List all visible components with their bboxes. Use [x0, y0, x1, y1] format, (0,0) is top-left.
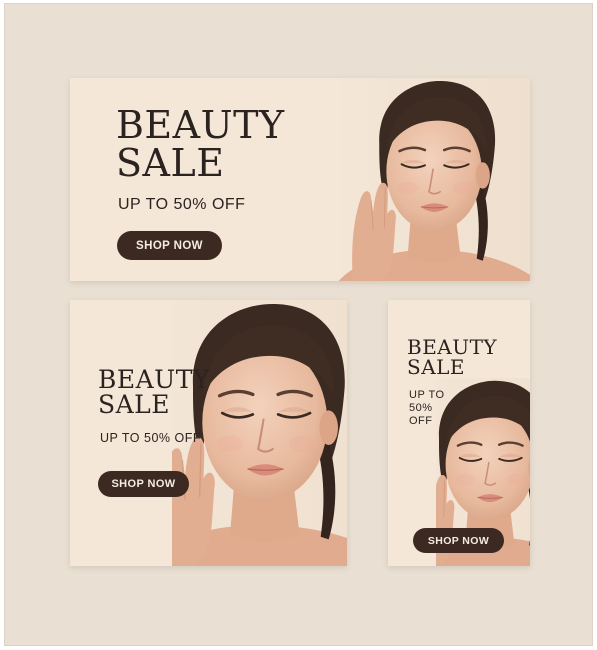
shop-now-button[interactable]: SHOP NOW [98, 471, 189, 497]
wide-banner: BEAUTY SALE UP TO 50% OFF SHOP NOW [70, 78, 530, 281]
model-portrait [330, 78, 530, 281]
headline-line-1: BEAUTY [116, 103, 285, 147]
tall-banner: BEAUTY SALE UP TO 50% OFF SHOP NOW [388, 300, 530, 566]
square-banner: BEAUTY SALE UP TO 50% OFF SHOP NOW [70, 300, 347, 566]
banner-headline: BEAUTY SALE [407, 337, 497, 377]
headline-line-1: BEAUTY [98, 365, 210, 394]
headline-line-2: SALE [116, 141, 225, 185]
headline-line-2: SALE [98, 390, 171, 419]
shop-now-button[interactable]: SHOP NOW [117, 231, 222, 260]
discount-text: UP TO 50% OFF [409, 389, 445, 427]
banner-headline: BEAUTY SALE [116, 106, 285, 182]
discount-text: UP TO 50% OFF [100, 431, 201, 445]
discount-text: UP TO 50% OFF [118, 196, 246, 213]
banner-headline: BEAUTY SALE [98, 367, 210, 417]
headline-line-1: BEAUTY [407, 335, 498, 359]
headline-line-2: SALE [407, 355, 466, 379]
banner-showcase: BEAUTY SALE UP TO 50% OFF SHOP NOW BEAUT… [4, 3, 593, 646]
shop-now-button[interactable]: SHOP NOW [413, 528, 504, 553]
